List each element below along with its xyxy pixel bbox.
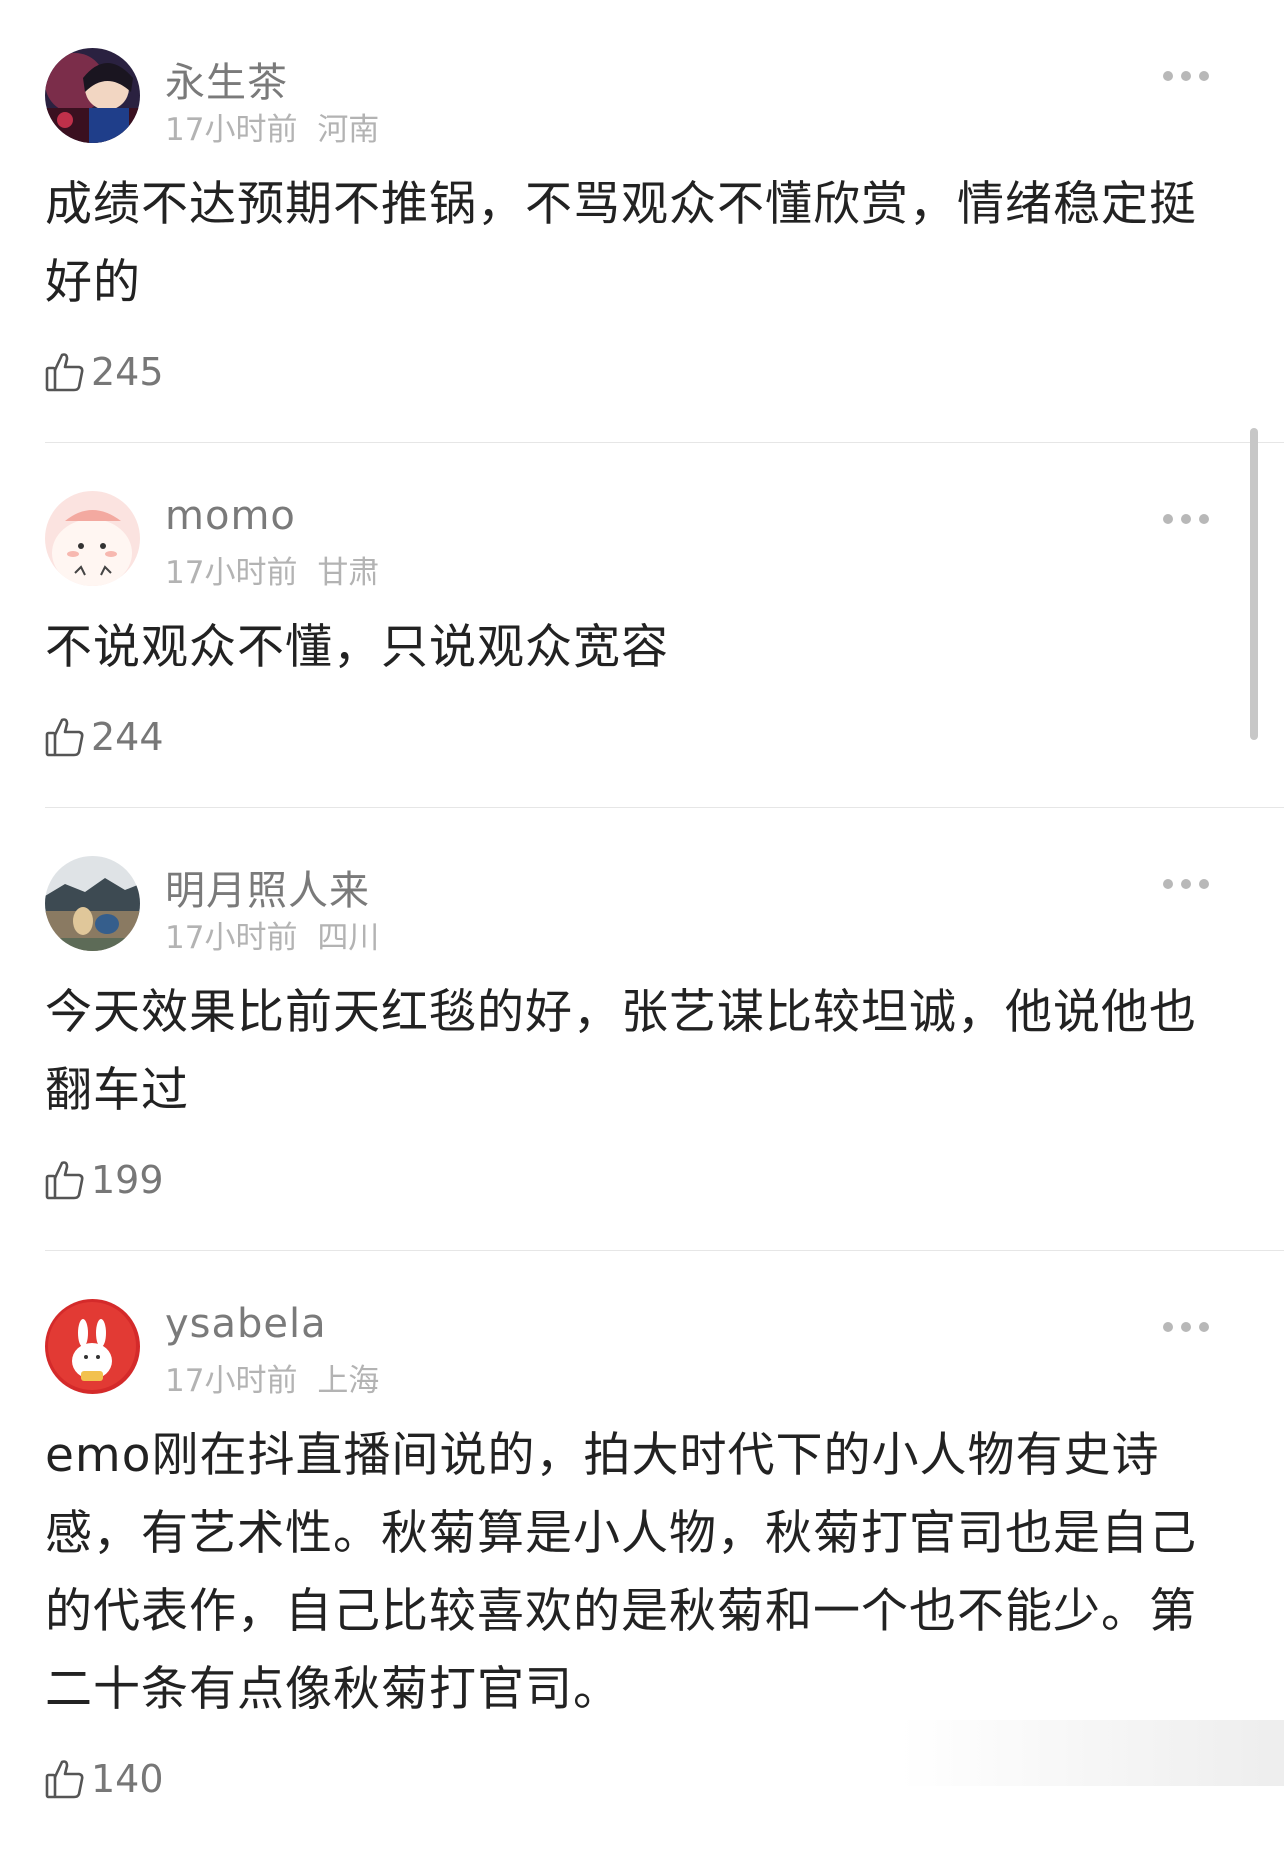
username[interactable]: momo [165, 493, 296, 539]
location: 河南 [317, 112, 380, 148]
like-button[interactable]: 199 [45, 1150, 1214, 1250]
scrollbar[interactable] [1250, 428, 1258, 740]
comment-meta: 17小时前 甘肃 [165, 547, 379, 592]
comment-header: 永生茶 17小时前 河南 [45, 44, 1214, 148]
comment-meta: 17小时前 四川 [165, 912, 379, 957]
location: 上海 [317, 1363, 380, 1399]
more-dots-icon[interactable] [1163, 1315, 1209, 1339]
comment-header: momo 17小时前 甘肃 [45, 487, 1214, 591]
location: 四川 [317, 920, 380, 956]
comment-meta: 17小时前 上海 [165, 1355, 379, 1400]
more-dots-icon[interactable] [1163, 507, 1209, 531]
avatar[interactable] [45, 48, 140, 143]
comment-item: 永生茶 17小时前 河南 成绩不达预期不推锅，不骂观众不懂欣赏，情绪稳定挺好的 … [0, 0, 1284, 442]
comment-meta: 17小时前 河南 [165, 104, 379, 149]
thumbs-up-icon [45, 716, 85, 758]
avatar[interactable] [45, 491, 140, 586]
avatar[interactable] [45, 1299, 140, 1394]
avatar[interactable] [45, 856, 140, 951]
like-count: 199 [91, 1158, 164, 1202]
comment-list: 永生茶 17小时前 河南 成绩不达预期不推锅，不骂观众不懂欣赏，情绪稳定挺好的 … [0, 0, 1284, 1849]
comment-header: 明月照人来 17小时前 四川 [45, 852, 1214, 956]
thumbs-up-icon [45, 351, 85, 393]
bottom-fade [900, 1720, 1284, 1786]
like-button[interactable]: 244 [45, 707, 1214, 807]
comment-text: 今天效果比前天红毯的好，张艺谋比较坦诚，他说他也翻车过 [45, 985, 1197, 1118]
username[interactable]: ysabela [165, 1301, 327, 1347]
more-dots-icon[interactable] [1163, 64, 1209, 88]
timestamp: 17小时前 [165, 920, 298, 956]
timestamp: 17小时前 [165, 112, 298, 148]
comment-text: emo刚在抖直播间说的，拍大时代下的小人物有史诗感，有艺术性。秋菊算是小人物，秋… [45, 1428, 1197, 1717]
comment-text: 不说观众不懂，只说观众宽容 [45, 620, 669, 675]
timestamp: 17小时前 [165, 555, 298, 591]
location: 甘肃 [317, 555, 380, 591]
more-dots-icon[interactable] [1163, 872, 1209, 896]
timestamp: 17小时前 [165, 1363, 298, 1399]
thumbs-up-icon [45, 1159, 85, 1201]
comment-item: momo 17小时前 甘肃 不说观众不懂，只说观众宽容 244 [45, 442, 1284, 807]
thumbs-up-icon [45, 1758, 85, 1800]
like-count: 245 [91, 350, 164, 394]
like-button[interactable]: 245 [45, 342, 1214, 442]
like-count: 140 [91, 1757, 164, 1801]
comment-text: 成绩不达预期不推锅，不骂观众不懂欣赏，情绪稳定挺好的 [45, 177, 1197, 310]
username[interactable]: 永生茶 [165, 50, 288, 108]
comment-header: ysabela 17小时前 上海 [45, 1295, 1214, 1399]
like-count: 244 [91, 715, 164, 759]
username[interactable]: 明月照人来 [165, 858, 370, 916]
comment-item: 明月照人来 17小时前 四川 今天效果比前天红毯的好，张艺谋比较坦诚，他说他也翻… [45, 807, 1284, 1250]
